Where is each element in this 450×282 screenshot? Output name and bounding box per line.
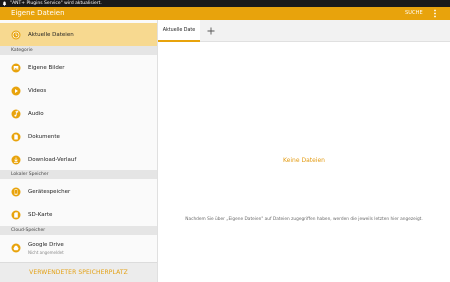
- sidebar-item-label: SD-Karte: [28, 212, 53, 218]
- tab-recent-files[interactable]: Aktuelle Date: [158, 20, 200, 42]
- notification-bell-icon: [2, 1, 7, 6]
- sidebar-item-videos[interactable]: Videos: [0, 79, 157, 103]
- sidebar-item-google-drive[interactable]: Google Drive Nicht angemeldet: [0, 236, 157, 260]
- main-content: Keine Dateien Nachdem Sie über „Eigene D…: [158, 42, 450, 282]
- section-header-cloud-storage: Cloud-Speicher: [0, 226, 157, 235]
- sidebar-item-device-storage[interactable]: Gerätespeicher: [0, 180, 157, 204]
- status-bar: "ANT+ Plugins Service" wird aktualisiert…: [0, 0, 450, 7]
- sidebar-item-label: Gerätespeicher: [28, 189, 71, 195]
- sidebar-item-sublabel: Nicht angemeldet: [28, 250, 64, 255]
- section-header-category: Kategorie: [0, 46, 157, 55]
- search-button[interactable]: SUCHE: [405, 8, 423, 19]
- sidebar-item-recent-files[interactable]: Aktuelle Dateien: [0, 23, 157, 47]
- sidebar-item-images[interactable]: Eigene Bilder: [0, 56, 157, 80]
- empty-state-title: Keine Dateien: [283, 157, 325, 164]
- sidebar-item-audio[interactable]: Audio: [0, 102, 157, 126]
- sd-card-icon: [11, 210, 21, 220]
- sidebar-item-sd-card[interactable]: SD-Karte: [0, 203, 157, 227]
- image-icon: [11, 63, 21, 73]
- app-bar: Eigene Dateien SUCHE: [0, 7, 450, 20]
- clock-icon: [11, 30, 21, 40]
- used-storage-button[interactable]: VERWENDETER SPEICHERPLATZ: [0, 262, 157, 282]
- download-icon: [11, 155, 21, 165]
- status-notification-text: "ANT+ Plugins Service" wird aktualisiert…: [10, 1, 102, 6]
- empty-state-hint: Nachdem Sie über „Eigene Dateien" auf Da…: [185, 217, 423, 222]
- sidebar-item-label: Videos: [28, 88, 47, 94]
- tab-bar: Aktuelle Date: [158, 20, 450, 42]
- section-header-local-storage: Lokaler Speicher: [0, 170, 157, 179]
- sidebar-item-documents[interactable]: Dokumente: [0, 125, 157, 149]
- sidebar: Aktuelle Dateien Kategorie Eigene Bilder…: [0, 20, 158, 282]
- more-vert-icon[interactable]: [430, 9, 440, 18]
- sidebar-item-label: Google Drive: [28, 242, 64, 248]
- google-drive-icon: [11, 243, 21, 253]
- sidebar-item-label: Eigene Bilder: [28, 65, 65, 71]
- sidebar-item-label: Dokumente: [28, 134, 60, 140]
- video-icon: [11, 86, 21, 96]
- sidebar-item-label: Download-Verlauf: [28, 157, 77, 163]
- sidebar-item-label: Aktuelle Dateien: [28, 32, 74, 38]
- plus-icon[interactable]: [205, 25, 217, 37]
- sidebar-item-download-history[interactable]: Download-Verlauf: [0, 148, 157, 172]
- audio-icon: [11, 109, 21, 119]
- document-icon: [11, 132, 21, 142]
- device-storage-icon: [11, 187, 21, 197]
- sidebar-item-label: Audio: [28, 111, 44, 117]
- app-title: Eigene Dateien: [11, 9, 65, 17]
